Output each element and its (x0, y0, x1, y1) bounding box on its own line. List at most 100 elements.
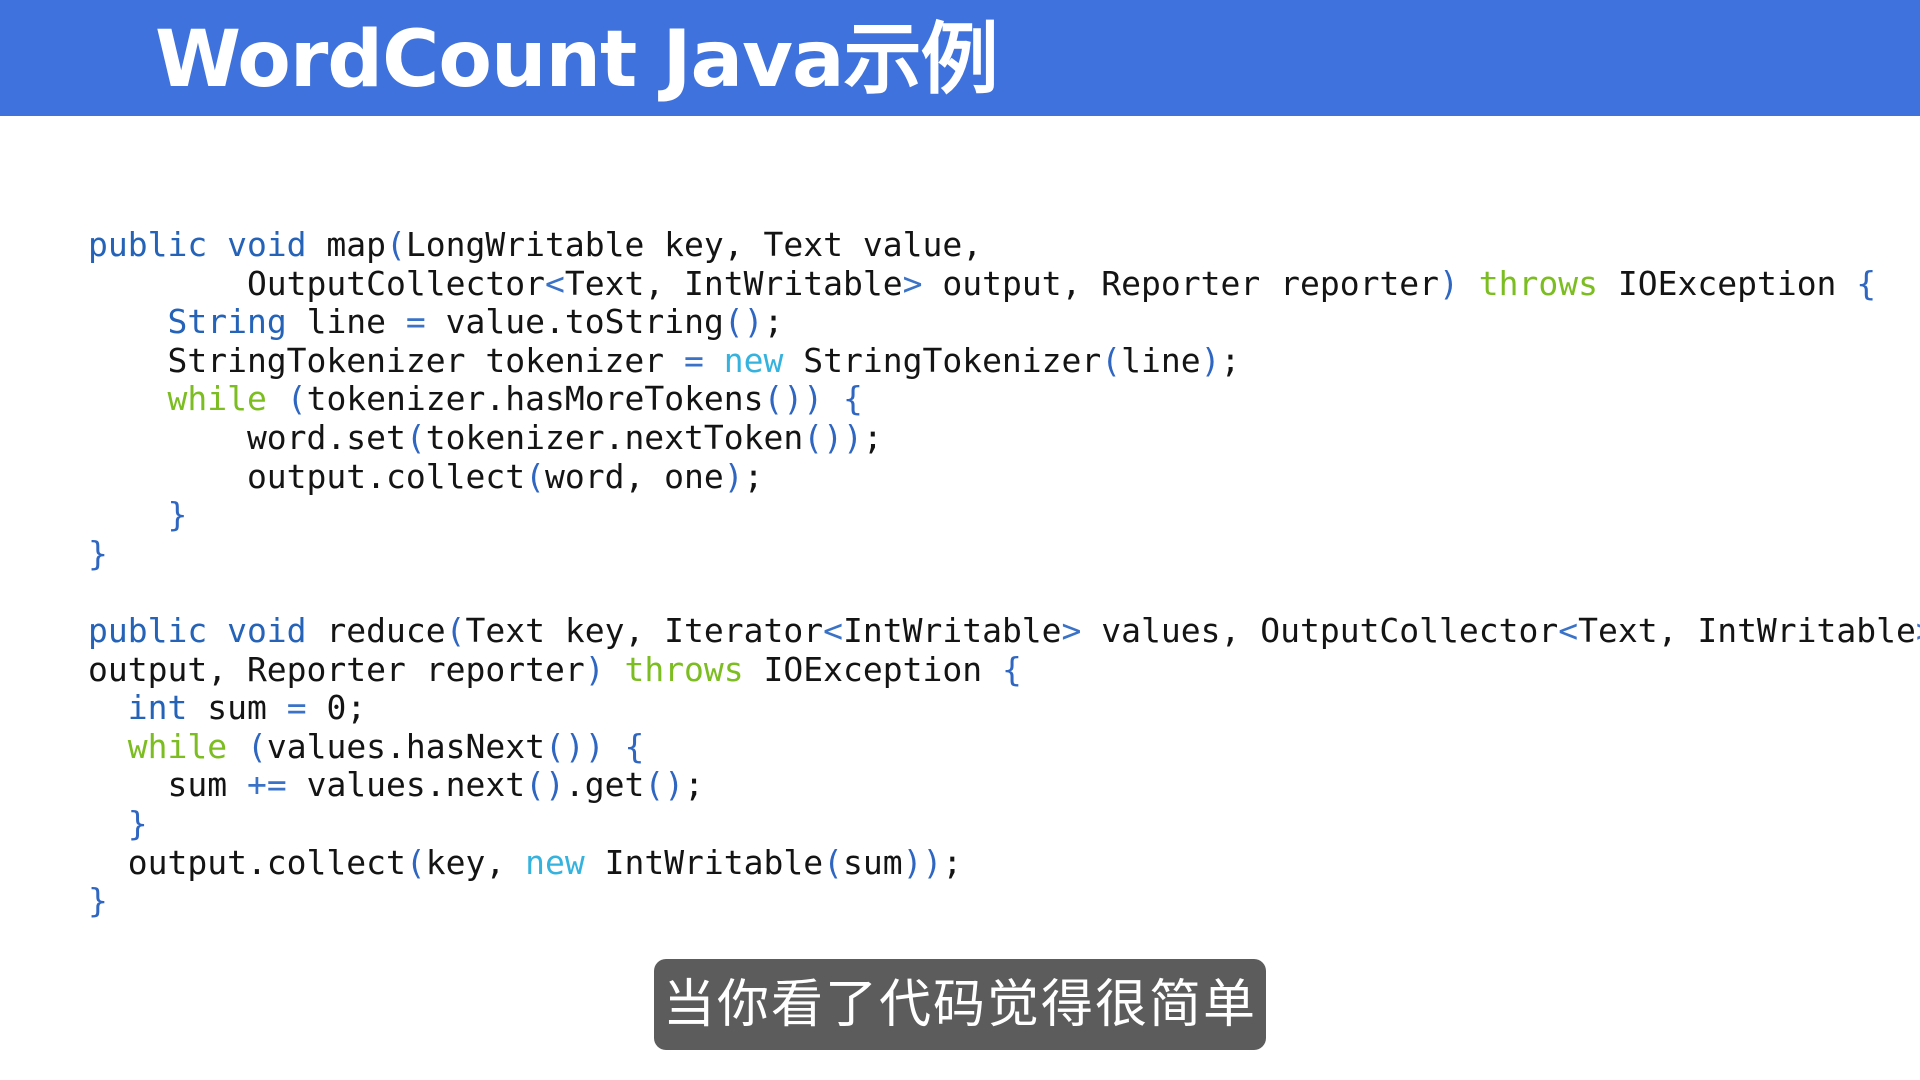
code-token: () (723, 302, 764, 342)
code-line: StringTokenizer tokenizer = new StringTo… (88, 340, 1920, 381)
code-token: )) (902, 842, 943, 882)
code-token: } (88, 533, 108, 573)
code-line: } (88, 495, 1920, 535)
code-token: OutputCollector (88, 263, 545, 303)
code-token: public void (88, 225, 307, 264)
code-token: () (644, 765, 685, 805)
code-token: new (723, 340, 784, 380)
code-token: sum (843, 842, 903, 882)
code-token: = (405, 302, 426, 342)
code-token: output.collect (88, 456, 526, 496)
subtitle-caption: 当你看了代码觉得很简单 (654, 959, 1266, 1050)
code-token: { (843, 379, 863, 419)
slide-header-bar: WordCount Java示例 (0, 0, 1920, 116)
code-token: Text key, Iterator (465, 610, 824, 650)
code-token: < (823, 610, 843, 650)
code-token: ()) (803, 417, 863, 457)
code-token: while (127, 726, 228, 766)
code-token: IntWritable (584, 842, 824, 882)
code-token: public void (88, 610, 307, 650)
code-line: } (88, 533, 1920, 574)
code-token: line (1121, 340, 1201, 380)
code-token: tokenizer.hasMoreTokens (306, 379, 764, 419)
code-token: value.toString (425, 302, 724, 342)
code-token: values.next (286, 765, 526, 805)
code-line: sum += values.next().get(); (88, 766, 1920, 805)
code-token: ) (723, 456, 744, 496)
code-block: public void map ( LongWritable key, Text v… (88, 225, 1920, 921)
code-line: } (88, 881, 1920, 921)
code-token: throws (624, 649, 744, 689)
code-token: ()) (763, 379, 824, 419)
code-token: } (88, 881, 108, 921)
code-token: ; (942, 842, 963, 882)
code-token: word, one (544, 456, 724, 496)
code-token: output.collect (88, 842, 406, 882)
code-token: ; (684, 765, 704, 805)
code-token: new (525, 842, 585, 882)
code-token: output, Reporter reporter (88, 649, 585, 689)
code-token: } (167, 495, 188, 535)
code-token: ( (246, 726, 267, 766)
code-token: .get (564, 765, 645, 805)
code-token: IOException (1598, 263, 1857, 303)
code-token: StringTokenizer tokenizer (88, 340, 685, 380)
code-token: { (1856, 263, 1877, 303)
code-token: key, (425, 842, 526, 882)
code-token: ()) (545, 726, 605, 766)
code-token: ; (743, 456, 764, 496)
code-token: output, Reporter reporter (922, 263, 1440, 303)
code-line: output.collect(key, new IntWritable(sum)… (88, 842, 1920, 883)
code-line: public void reduce(Text key, Iterator<In… (88, 610, 1920, 651)
code-token: map (306, 225, 387, 264)
code-line: int sum = 0; (88, 688, 1920, 728)
code-token: String (167, 302, 287, 342)
code-token: > (1916, 611, 1920, 650)
code-token: tokenizer.nextToken (425, 417, 804, 457)
code-line: output.collect(word, one); (88, 456, 1920, 497)
code-line: output, Reporter reporter) throws IOExce… (88, 649, 1920, 690)
code-token: LongWritable key, Text value, (405, 225, 983, 264)
code-token: ( (405, 417, 426, 457)
code-token: = (684, 340, 704, 380)
slide-title: WordCount Java示例 (155, 15, 999, 105)
code-token: > (902, 263, 923, 303)
code-line: word.set(tokenizer.nextToken()); (88, 417, 1920, 458)
code-token: < (544, 263, 565, 303)
code-token: ; (763, 302, 784, 342)
code-token: sum (187, 688, 287, 728)
code-token: { (1001, 649, 1022, 689)
code-token: ( (823, 842, 844, 882)
code-token: ( (445, 610, 466, 650)
code-token: ; (862, 417, 883, 457)
code-token: ( (525, 456, 545, 496)
code-line: OutputCollector<Text, IntWritable> outpu… (88, 263, 1920, 304)
code-token: ( (405, 842, 426, 882)
code-token: += (246, 765, 287, 805)
code-line: } (88, 804, 1920, 844)
code-token: word.set (88, 417, 406, 457)
code-token: StringTokenizer (783, 340, 1102, 380)
code-token: int (127, 688, 188, 728)
code-line: while (tokenizer.hasMoreTokens()) { (88, 380, 1920, 419)
code-line: String line = value.toString(); (88, 302, 1920, 342)
code-token: 0; (306, 688, 367, 728)
code-token: ; (1220, 340, 1241, 380)
code-token: Text, IntWritable (1578, 610, 1916, 650)
code-token: sum (88, 765, 247, 805)
code-token: Text, IntWritable (564, 263, 903, 303)
code-token: < (1558, 610, 1579, 650)
code-token: IntWritable (843, 610, 1062, 650)
code-token: line (286, 302, 406, 342)
